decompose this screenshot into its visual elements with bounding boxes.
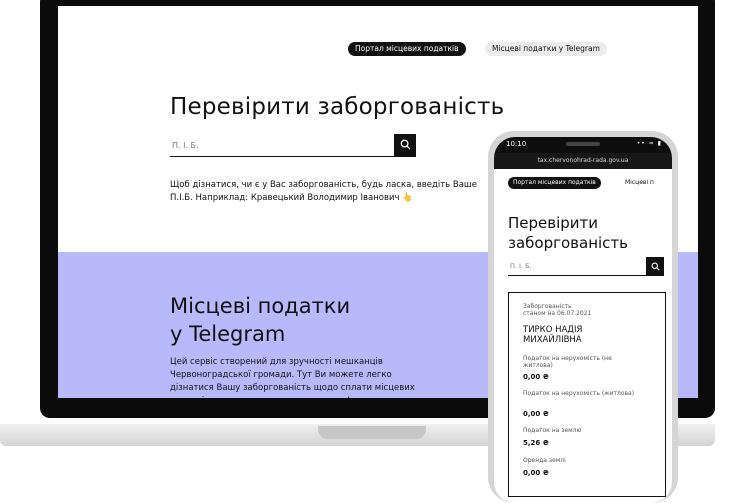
tax-item-value: 5,26 ₴ (523, 439, 549, 447)
result-name: ТИРКО НАДІЯ МИХАЙЛІВНА (523, 325, 643, 345)
tax-item-label: Податок на нерухомість (не житлова) (523, 355, 612, 369)
nav-portal-button[interactable]: Портал місцевих податків (348, 42, 466, 56)
result-date: станом на 06.07.2021 (523, 310, 592, 317)
phone-nav-portal-button[interactable]: Портал місцевих податків (508, 177, 601, 189)
tax-item-value: 0,00 ₴ (523, 410, 549, 418)
browser-url-bar[interactable]: tax.chervonohrad-rada.gov.ua (494, 153, 672, 169)
phone-name-search-field[interactable]: П. І. Б. (508, 257, 664, 276)
phone-nav: Портал місцевих податків Місцеві п (494, 169, 672, 195)
phone-page-title: Перевірити заборгованість (508, 213, 658, 253)
phone-status-bar: 10:10 •• ≈ ▮ (494, 137, 672, 153)
search-help-text: Щоб дізнатися, чи є у Вас заборгованість… (170, 180, 477, 203)
telegram-section-description: Цей сервіс створений для зручності мешка… (170, 357, 415, 398)
nav-telegram-button[interactable]: Місцеві податки у Telegram (485, 42, 607, 56)
phone-frame: 10:10 •• ≈ ▮ tax.chervonohrad-rada.gov.u… (488, 131, 678, 503)
search-icon (400, 139, 411, 150)
result-name-line2: МИХАЙЛІВНА (523, 335, 582, 345)
search-placeholder: П. І. Б. (172, 141, 199, 150)
status-icons: •• ≈ ▮ (636, 140, 662, 147)
page-title: Перевірити заборгованість (170, 94, 505, 120)
phone-title-line2: заборгованість (508, 234, 629, 252)
debt-result-card: Заборгованість станом на 06.07.2021 ТИРК… (508, 292, 666, 497)
phone-title-line1: Перевірити (508, 214, 599, 232)
tax-item-value: 0,00 ₴ (523, 373, 549, 381)
phone-search-placeholder: П. І. Б. (510, 262, 532, 270)
result-name-line1: ТИРКО НАДІЯ (523, 325, 583, 335)
telegram-title-line1: Місцеві податки (170, 294, 351, 318)
tax-item-label: Податок на землю (523, 427, 582, 434)
search-icon (651, 261, 660, 270)
status-time: 10:10 (506, 140, 527, 148)
telegram-section-title: Місцеві податки у Telegram (170, 292, 430, 348)
phone-speaker (566, 142, 600, 146)
phone-search-button[interactable] (646, 257, 664, 275)
telegram-title-line2: у Telegram (170, 322, 286, 346)
laptop-base-notch (318, 426, 426, 439)
result-heading: Заборгованість (523, 303, 572, 310)
phone-screen: 10:10 •• ≈ ▮ tax.chervonohrad-rada.gov.u… (494, 137, 672, 503)
tax-item-label: Податок на нерухомість (житлова) (523, 390, 635, 397)
search-button[interactable] (394, 134, 416, 156)
name-search-field[interactable]: П. І. Б. (170, 134, 416, 157)
tax-item-label: Оренда землі (523, 457, 566, 464)
phone-nav-telegram-button[interactable]: Місцеві п (620, 177, 659, 189)
tax-item-value: 0,00 ₴ (523, 469, 549, 477)
